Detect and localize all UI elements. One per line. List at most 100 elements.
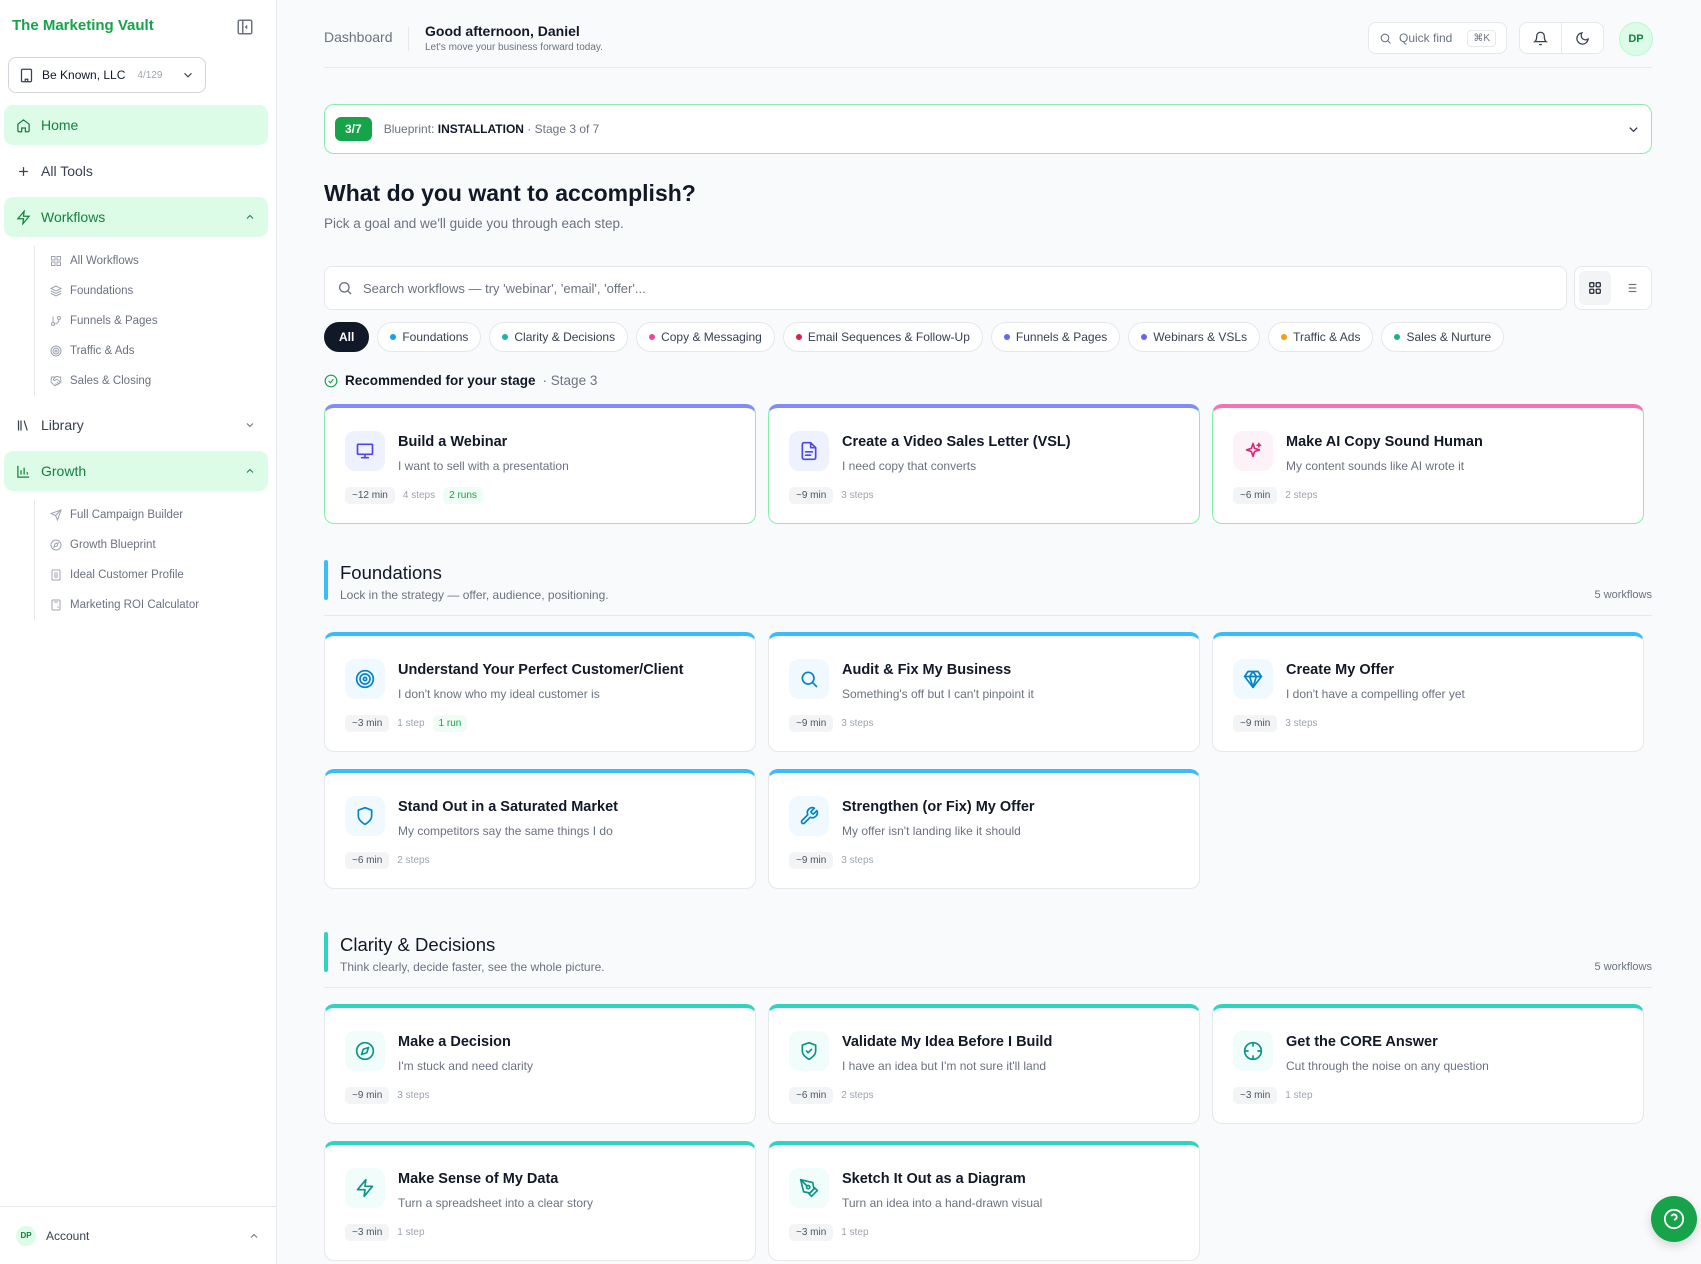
sidebar-item-ideal-customer-profile[interactable]: Ideal Customer Profile	[35, 560, 199, 590]
bell-icon	[1533, 31, 1548, 46]
users-icon	[50, 569, 62, 581]
shield-icon	[345, 796, 385, 836]
category-dot	[1141, 334, 1148, 340]
blueprint-banner[interactable]: 3/7 Blueprint: INSTALLATION · Stage 3 of…	[324, 104, 1652, 154]
chevron-up-icon[interactable]	[244, 211, 256, 223]
filter-chip-funnels-pages[interactable]: Funnels & Pages	[990, 322, 1121, 352]
card-description: My offer isn't landing like it should	[842, 824, 1021, 838]
section-header-foundations: Foundations Lock in the strategy — offer…	[324, 560, 1652, 616]
nav-growth[interactable]: Growth	[4, 451, 268, 491]
workflow-card-create-a-video-sales-letter-vsl[interactable]: Create a Video Sales Letter (VSL) I need …	[768, 404, 1200, 524]
card-title: Create My Offer	[1286, 662, 1394, 678]
nav-library[interactable]: Library	[4, 405, 268, 445]
filter-chip-traffic-ads[interactable]: Traffic & Ads	[1268, 322, 1374, 352]
category-dot	[502, 334, 509, 340]
filter-chip-sales-nurture[interactable]: Sales & Nurture	[1381, 322, 1505, 352]
help-button[interactable]	[1651, 1196, 1697, 1242]
workflow-card-understand-your-perfect-customer-client[interactable]: Understand Your Perfect Customer/Client I…	[324, 632, 756, 752]
notifications-button[interactable]	[1520, 23, 1561, 53]
brand-name[interactable]: The Marketing Vault	[12, 17, 154, 34]
filter-chip-webinars-vsls[interactable]: Webinars & VSLs	[1128, 322, 1261, 352]
bolt-icon	[345, 1168, 385, 1208]
card-title: Make a Decision	[398, 1034, 511, 1050]
nav-all-tools[interactable]: All Tools	[4, 151, 268, 191]
chip-label: Copy & Messaging	[661, 330, 762, 344]
sidebar-item-sales-closing[interactable]: Sales & Closing	[35, 366, 158, 396]
sidebar-item-label: Growth Blueprint	[70, 539, 156, 551]
chevron-down-icon[interactable]	[1626, 122, 1641, 137]
send-icon	[50, 509, 62, 521]
nav-workflows[interactable]: Workflows	[4, 197, 268, 237]
sidebar-item-all-workflows[interactable]: All Workflows	[35, 246, 158, 276]
org-switcher[interactable]: Be Known, LLC 4/129	[8, 57, 206, 93]
category-dot	[795, 334, 802, 340]
steps-count: 1 step	[397, 1227, 425, 1238]
card-title: Build a Webinar	[398, 434, 508, 450]
time-badge: ~3 min	[1233, 1087, 1278, 1104]
search-input[interactable]	[363, 280, 1554, 296]
card-description: I'm stuck and need clarity	[398, 1059, 534, 1073]
filter-chip-clarity-decisions[interactable]: Clarity & Decisions	[489, 322, 629, 352]
sidebar-item-label: Traffic & Ads	[70, 345, 135, 357]
time-badge: ~3 min	[789, 1224, 834, 1241]
section-title: Clarity & Decisions	[340, 934, 496, 955]
workflows-submenu: All Workflows Foundations Funnels & Page…	[34, 246, 158, 396]
filter-chip-copy-messaging[interactable]: Copy & Messaging	[636, 322, 775, 352]
chip-label: All	[339, 330, 355, 344]
steps-count: 1 step	[397, 718, 425, 729]
sidebar-item-full-campaign-builder[interactable]: Full Campaign Builder	[35, 500, 199, 530]
workflow-card-validate-my-idea-before-i-build[interactable]: Validate My Idea Before I Build I have an…	[768, 1004, 1200, 1124]
card-meta: ~3 min 1 step	[1233, 1087, 1313, 1104]
time-badge: ~9 min	[1233, 715, 1278, 732]
workflow-card-build-a-webinar[interactable]: Build a Webinar I want to sell with a pre…	[324, 404, 756, 524]
workflow-card-create-my-offer[interactable]: Create My Offer I don't have a compelling…	[1212, 632, 1644, 752]
workflow-card-make-sense-of-my-data[interactable]: Make Sense of My Data Turn a spreadsheet …	[324, 1141, 756, 1261]
theme-toggle-button[interactable]	[1561, 23, 1603, 53]
grid-view-button[interactable]	[1579, 271, 1611, 305]
time-badge: ~6 min	[789, 1087, 834, 1104]
breadcrumb[interactable]: Dashboard	[324, 29, 393, 45]
workflow-card-strengthen-or-fix-my-offer[interactable]: Strengthen (or Fix) My Offer My offer isn…	[768, 769, 1200, 889]
moon-icon	[1575, 31, 1590, 46]
section-title: Foundations	[340, 562, 442, 583]
sidebar-item-funnels-pages[interactable]: Funnels & Pages	[35, 306, 158, 336]
card-description: I don't know who my ideal customer is	[398, 687, 600, 701]
quick-find-button[interactable]: Quick find ⌘K	[1368, 22, 1507, 54]
filter-chips: All Foundations Clarity & Decisions Copy & …	[324, 322, 1505, 352]
chip-label: Email Sequences & Follow-Up	[807, 330, 970, 344]
card-meta: ~9 min 3 steps	[789, 487, 874, 504]
workflow-card-stand-out-in-a-saturated-market[interactable]: Stand Out in a Saturated Market My compet…	[324, 769, 756, 889]
recommended-stage: · Stage 3	[542, 373, 598, 388]
sidebar-item-label: Marketing ROI Calculator	[70, 599, 200, 611]
org-count: 4/129	[137, 69, 163, 81]
nav-home[interactable]: Home	[4, 105, 268, 145]
card-meta: ~9 min 3 steps	[1233, 715, 1318, 732]
sidebar-toggle-icon[interactable]	[236, 18, 254, 36]
filter-chip-email-sequences-follow-up[interactable]: Email Sequences & Follow-Up	[782, 322, 983, 352]
help-icon	[1663, 1208, 1685, 1230]
card-meta: ~3 min 1 step	[789, 1224, 869, 1241]
shortcut-hint: ⌘K	[1467, 29, 1496, 47]
workflow-card-sketch-it-out-as-a-diagram[interactable]: Sketch It Out as a Diagram Turn an idea i…	[768, 1141, 1200, 1261]
filter-chip-foundations[interactable]: Foundations	[377, 322, 482, 352]
filter-chip-all[interactable]: All	[324, 322, 370, 352]
sidebar-item-marketing-roi-calculator[interactable]: Marketing ROI Calculator	[35, 590, 199, 620]
sidebar-item-growth-blueprint[interactable]: Growth Blueprint	[35, 530, 199, 560]
stage-badge: 3/7	[335, 117, 372, 141]
sidebar-item-foundations[interactable]: Foundations	[35, 276, 158, 306]
card-meta: ~6 min 2 steps	[345, 852, 430, 869]
workflow-card-make-ai-copy-sound-human[interactable]: Make AI Copy Sound Human My content sound…	[1212, 404, 1644, 524]
section-subtitle: Think clearly, decide faster, see the wh…	[340, 960, 605, 974]
workflow-card-audit-fix-my-business[interactable]: Audit & Fix My Business Something's off b…	[768, 632, 1200, 752]
workflow-card-get-the-core-answer[interactable]: Get the CORE Answer Cut through the noise…	[1212, 1004, 1644, 1124]
chevron-up-icon[interactable]	[244, 465, 256, 477]
account-menu[interactable]: DP Account	[0, 1206, 276, 1264]
list-view-button[interactable]	[1615, 271, 1647, 305]
chevron-down-icon[interactable]	[244, 419, 256, 431]
workflow-card-make-a-decision[interactable]: Make a Decision I'm stuck and need clarit…	[324, 1004, 756, 1124]
sidebar-item-traffic-ads[interactable]: Traffic & Ads	[35, 336, 158, 366]
wrench-icon	[789, 796, 829, 836]
blueprint-stage: · Stage 3 of 7	[527, 122, 600, 136]
avatar[interactable]: DP	[1619, 22, 1653, 56]
recommended-heading: Recommended for your stage · Stage 3	[324, 373, 597, 388]
